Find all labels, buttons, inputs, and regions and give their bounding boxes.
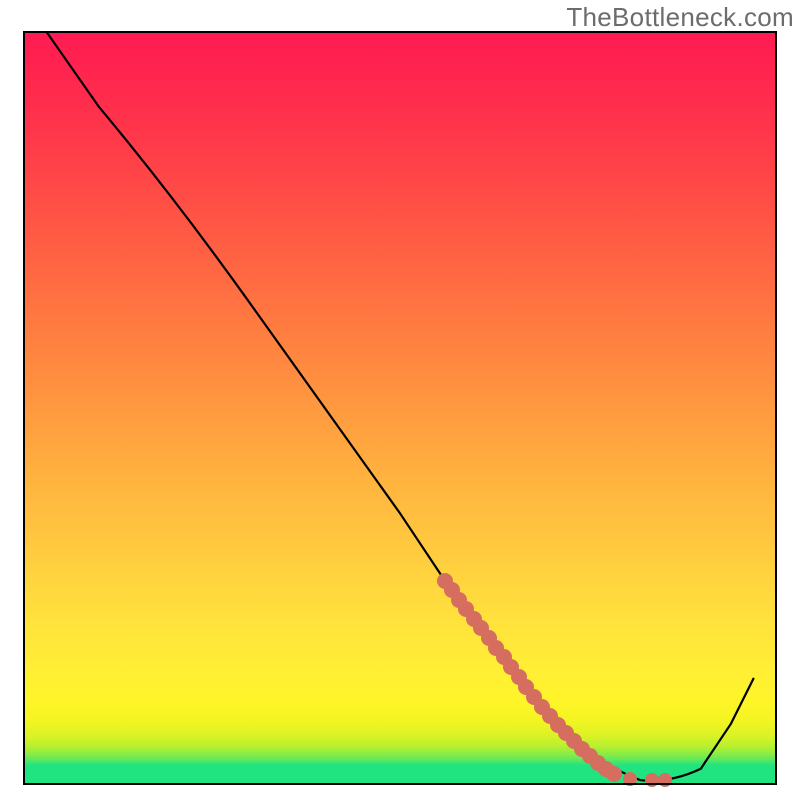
bottleneck-chart bbox=[0, 0, 800, 800]
watermark-text: TheBottleneck.com bbox=[566, 2, 794, 33]
plot-background bbox=[24, 32, 776, 784]
